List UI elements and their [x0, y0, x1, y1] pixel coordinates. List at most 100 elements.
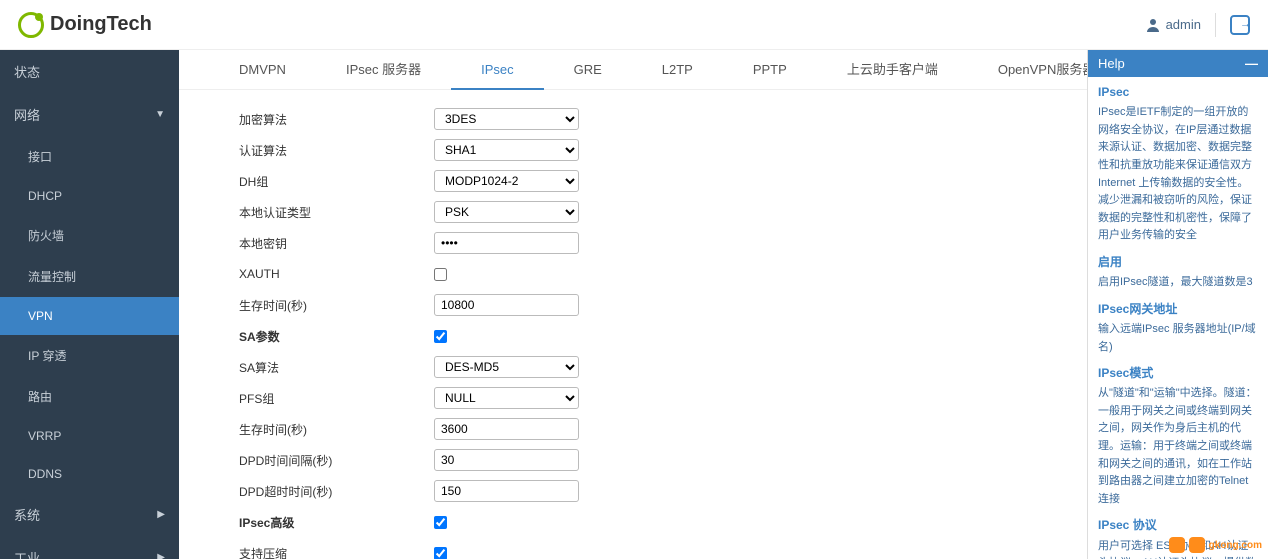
help-section-title: IPsec 协议	[1098, 516, 1258, 535]
help-body: IPsec IPsec是IETF制定的一组开放的网络安全协议，在IP层通过数据来源…	[1088, 77, 1268, 559]
field-label: 支持压缩	[239, 545, 434, 559]
tab[interactable]: L2TP	[632, 50, 723, 90]
help-section-title: IPsec网关地址	[1098, 300, 1258, 319]
header-right: admin	[1145, 13, 1250, 37]
form-row: 认证算法SHA1	[239, 138, 1047, 162]
sidebar-item[interactable]: 路由	[0, 376, 179, 417]
field-input[interactable]	[434, 294, 579, 316]
sidebar-category[interactable]: 工业▶	[0, 536, 179, 559]
form-row: IPsec高级	[239, 510, 1047, 534]
main-content: DMVPNIPsec 服务器IPsecGREL2TPPPTP上云助手客户端Ope…	[179, 50, 1087, 559]
form-row: 本地认证类型PSK	[239, 200, 1047, 224]
user-icon	[1145, 17, 1161, 33]
field-label: SA参数	[239, 328, 434, 345]
field-input[interactable]: PSK	[434, 201, 579, 223]
logo-icon	[18, 12, 44, 38]
field-label: IPsec高级	[239, 514, 434, 531]
field-label: 加密算法	[239, 111, 434, 128]
watermark-text: gkong.com	[1209, 540, 1262, 551]
brand-logo: DoingTech	[18, 12, 152, 38]
sidebar-item[interactable]: 防火墙	[0, 215, 179, 256]
sidebar-item[interactable]: 接口	[0, 136, 179, 177]
brand-name: DoingTech	[50, 13, 152, 36]
form-row: 加密算法3DES	[239, 107, 1047, 131]
field-label: XAUTH	[239, 267, 434, 281]
logout-button[interactable]	[1230, 15, 1250, 35]
help-section: 启用启用IPsec隧道，最大隧道数是3	[1098, 253, 1258, 292]
form-row: SA参数	[239, 324, 1047, 348]
sidebar-item[interactable]: 流量控制	[0, 256, 179, 297]
field-label: 认证算法	[239, 142, 434, 159]
help-section-title: IPsec	[1098, 83, 1258, 102]
help-section-title: IPsec模式	[1098, 364, 1258, 383]
field-input[interactable]	[434, 480, 579, 502]
tab[interactable]: GRE	[544, 50, 632, 90]
help-section: IPsec IPsec是IETF制定的一组开放的网络安全协议，在IP层通过数据来源…	[1098, 83, 1258, 245]
tab[interactable]: IPsec	[451, 50, 544, 90]
sidebar-item[interactable]: VRRP	[0, 417, 179, 455]
sidebar-item[interactable]: DDNS	[0, 455, 179, 493]
sidebar-category[interactable]: 状态	[0, 50, 179, 93]
sidebar: 状态网络▼接口DHCP防火墙流量控制VPNIP 穿透路由VRRPDDNS系统▶工…	[0, 50, 179, 559]
help-header: Help —	[1088, 50, 1268, 77]
form-row: PFS组NULL	[239, 386, 1047, 410]
field-input[interactable]	[434, 232, 579, 254]
field-label: 本地密钥	[239, 235, 434, 252]
field-label: 生存时间(秒)	[239, 421, 434, 438]
field-input[interactable]: MODP1024-2	[434, 170, 579, 192]
field-input[interactable]: SHA1	[434, 139, 579, 161]
field-input[interactable]	[434, 268, 447, 281]
help-section: IPsec模式从"隧道"和"运输"中选择。隧道：一般用于网关之间或终端到网关之间…	[1098, 364, 1258, 508]
form-row: SA算法DES-MD5	[239, 355, 1047, 379]
username: admin	[1166, 17, 1201, 32]
form-row: 生存时间(秒)	[239, 293, 1047, 317]
help-panel: Help — IPsec IPsec是IETF制定的一组开放的网络安全协议，在IP…	[1087, 50, 1268, 559]
help-section-text: 从"隧道"和"运输"中选择。隧道：一般用于网关之间或终端到网关之间，网关作为身后…	[1098, 385, 1258, 508]
field-label: 生存时间(秒)	[239, 297, 434, 314]
tab[interactable]: OpenVPN服务器	[968, 50, 1087, 90]
tab[interactable]: 上云助手客户端	[817, 50, 968, 90]
field-label: DH组	[239, 173, 434, 190]
sidebar-item[interactable]: IP 穿透	[0, 335, 179, 376]
form-row: DPD时间间隔(秒)	[239, 448, 1047, 472]
field-input[interactable]	[434, 516, 447, 529]
field-label: PFS组	[239, 390, 434, 407]
help-section-title: 启用	[1098, 253, 1258, 272]
field-label: DPD时间间隔(秒)	[239, 452, 434, 469]
sidebar-category[interactable]: 网络▼	[0, 93, 179, 136]
watermark-icon	[1189, 537, 1205, 553]
watermark: gkong.com	[1169, 537, 1262, 553]
form-row: 支持压缩	[239, 541, 1047, 559]
field-label: SA算法	[239, 359, 434, 376]
help-section: IPsec网关地址输入远端IPsec 服务器地址(IP/域名)	[1098, 300, 1258, 356]
field-input[interactable]: DES-MD5	[434, 356, 579, 378]
field-label: DPD超时时间(秒)	[239, 483, 434, 500]
form-area: 加密算法3DES认证算法SHA1DH组MODP1024-2本地认证类型PSK本地…	[179, 90, 1087, 559]
form-row: DH组MODP1024-2	[239, 169, 1047, 193]
watermark-icon	[1169, 537, 1185, 553]
help-title: Help	[1098, 56, 1125, 71]
form-row: 生存时间(秒)	[239, 417, 1047, 441]
form-row: XAUTH	[239, 262, 1047, 286]
field-input[interactable]	[434, 418, 579, 440]
field-input[interactable]: 3DES	[434, 108, 579, 130]
help-section-text: 启用IPsec隧道，最大隧道数是3	[1098, 274, 1258, 292]
sidebar-item[interactable]: DHCP	[0, 177, 179, 215]
help-collapse-icon[interactable]: —	[1245, 56, 1258, 71]
help-section-text: 输入远端IPsec 服务器地址(IP/域名)	[1098, 321, 1258, 356]
form-row: 本地密钥	[239, 231, 1047, 255]
user-menu[interactable]: admin	[1145, 17, 1201, 33]
sidebar-item[interactable]: VPN	[0, 297, 179, 335]
tab[interactable]: IPsec 服务器	[316, 50, 451, 90]
field-input[interactable]: NULL	[434, 387, 579, 409]
tab[interactable]: PPTP	[723, 50, 817, 90]
sidebar-category[interactable]: 系统▶	[0, 493, 179, 536]
field-label: 本地认证类型	[239, 204, 434, 221]
form-row: DPD超时时间(秒)	[239, 479, 1047, 503]
tab[interactable]: DMVPN	[209, 50, 316, 90]
help-section-text: IPsec是IETF制定的一组开放的网络安全协议，在IP层通过数据来源认证、数据…	[1098, 104, 1258, 245]
field-input[interactable]	[434, 330, 447, 343]
app-header: DoingTech admin	[0, 0, 1268, 50]
field-input[interactable]	[434, 547, 447, 559]
field-input[interactable]	[434, 449, 579, 471]
